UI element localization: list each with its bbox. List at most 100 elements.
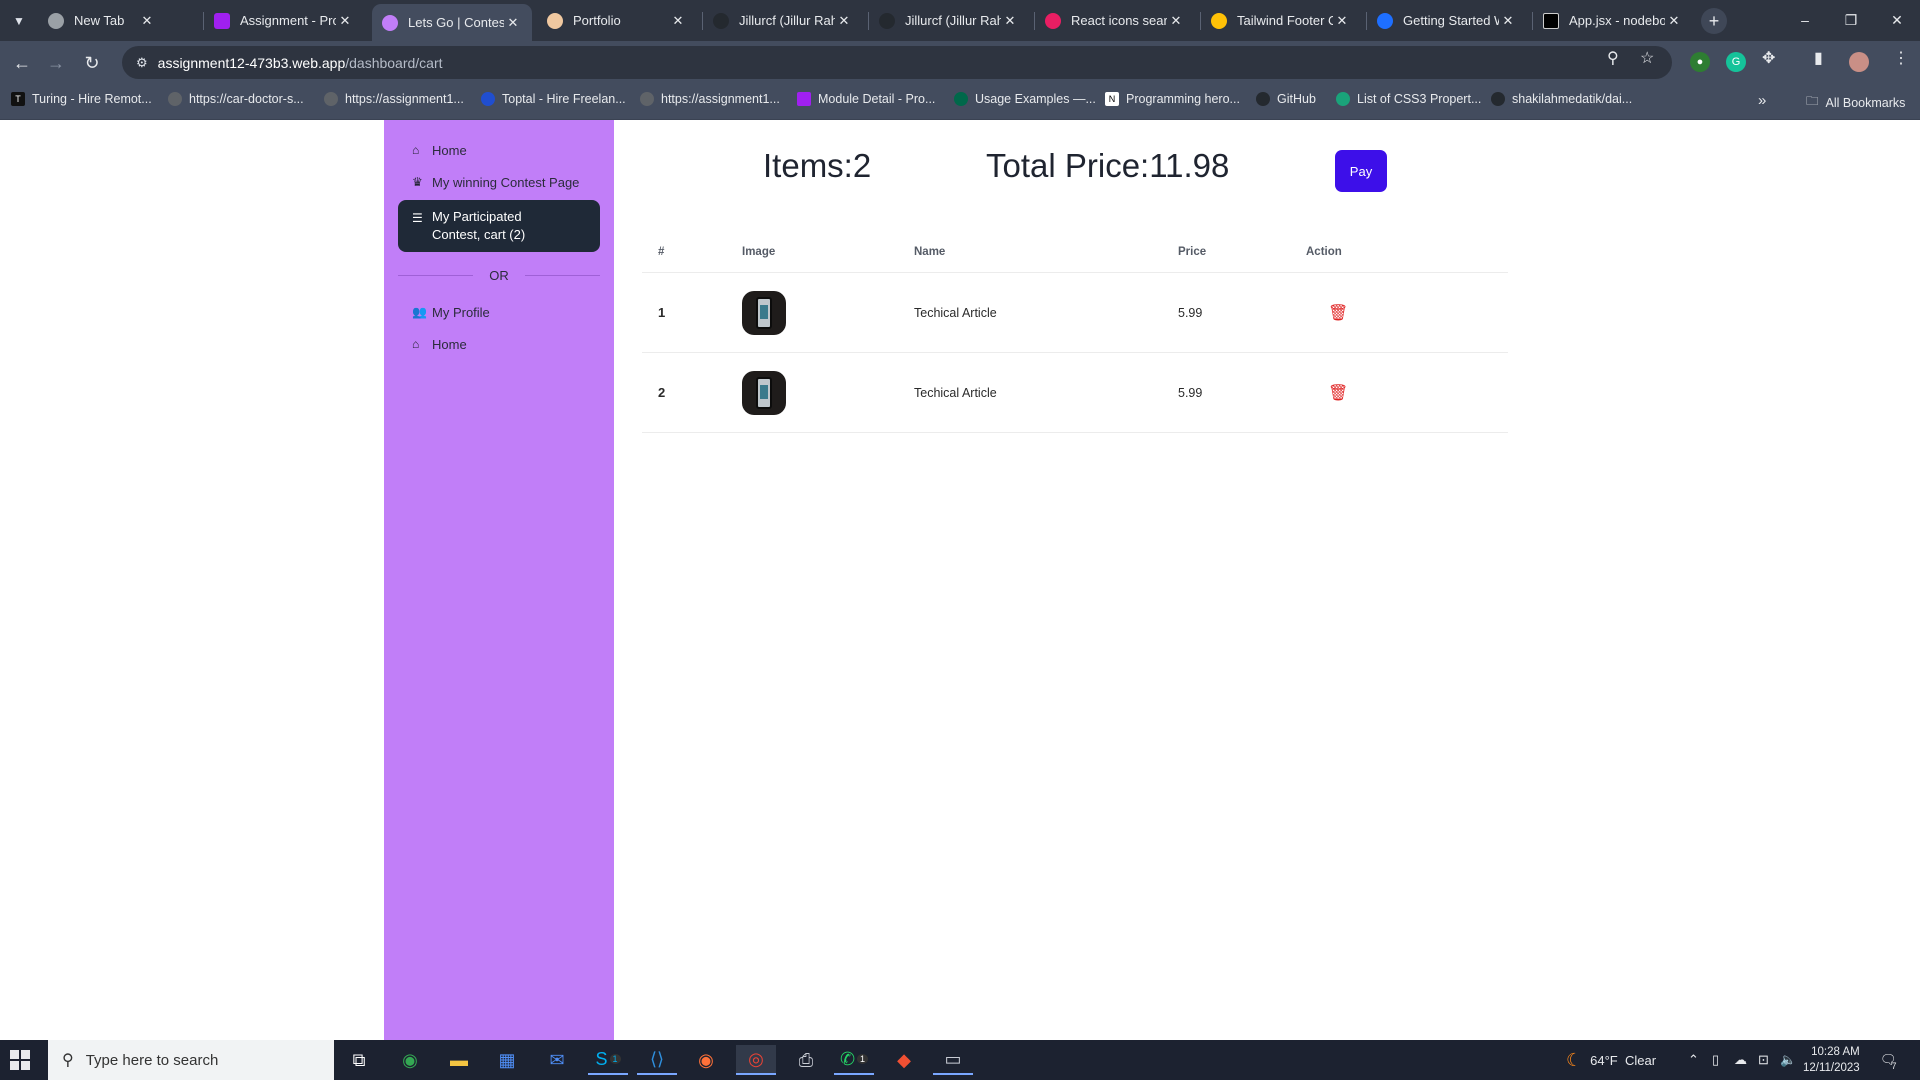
bookmark-item[interactable]: T Turing - Hire Remot... (11, 92, 152, 106)
tab-title: App.jsx - nodebo (1569, 13, 1665, 28)
weather-icon: ☾ (1566, 1049, 1583, 1070)
bookmark-item[interactable]: Usage Examples —... (954, 92, 1096, 106)
column-header-price: Price (1162, 232, 1290, 273)
tab-github-profile-1[interactable]: Jillurcf (Jillur Rahm ✕ (703, 4, 863, 37)
tab-github-profile-2[interactable]: Jillurcf (Jillur Rahm ✕ (869, 4, 1029, 37)
close-icon[interactable]: ✕ (1333, 13, 1351, 29)
tab-portfolio[interactable]: Portfolio ✕ (537, 4, 697, 37)
mail-icon[interactable]: ✉ (537, 1045, 577, 1075)
contest-site-icon (382, 14, 398, 31)
list-icon: ☰ (412, 211, 423, 225)
tab-react-icons[interactable]: React icons search ✕ (1035, 4, 1195, 37)
firefox-icon[interactable]: ◉ (686, 1045, 726, 1075)
close-icon[interactable]: ✕ (669, 13, 687, 29)
tab-title: Portfolio (573, 13, 621, 28)
github-icon (713, 12, 729, 29)
tab-new-tab[interactable]: New Tab ✕ (38, 4, 166, 37)
vscode-icon[interactable]: ⟨⟩ (637, 1045, 677, 1075)
reload-icon[interactable]: ↻ (78, 49, 106, 77)
close-icon[interactable]: ✕ (504, 15, 522, 31)
tab-title: Assignment - Pro (240, 13, 336, 28)
tray-meet-icon[interactable]: ▯ (1712, 1040, 1719, 1080)
sidebar-item-winning-contests[interactable]: ♛ My winning Contest Page (398, 172, 600, 192)
close-icon[interactable]: ✕ (1167, 13, 1185, 29)
profile-avatar[interactable] (1849, 52, 1869, 72)
clock-date: 12/11/2023 (1803, 1062, 1860, 1074)
chevron-down-icon[interactable]: ▼ (6, 8, 32, 34)
tab-lets-go-contest[interactable]: Lets Go | Contest ✕ (372, 4, 532, 41)
trash-icon[interactable]: 🗑 (1328, 303, 1348, 323)
printer-icon[interactable]: ⎙ (786, 1045, 826, 1075)
task-view-icon[interactable]: ⧉ (339, 1045, 379, 1075)
close-icon[interactable]: ✕ (336, 13, 354, 29)
sidebar-item-home[interactable]: ⌂ Home (398, 140, 600, 160)
pay-button[interactable]: Pay (1335, 150, 1387, 192)
bookmarks-overflow-button[interactable]: » (1758, 92, 1766, 109)
skype-icon[interactable]: S1 (588, 1045, 628, 1075)
bookmark-item[interactable]: https://assignment1... (640, 92, 780, 106)
zoom-icon[interactable]: ⚲ (1607, 48, 1619, 68)
weather-widget[interactable]: ☾ 64°F Clear (1566, 1040, 1656, 1080)
taskbar-clock[interactable]: 10:28 AM 12/11/2023 (1803, 1044, 1860, 1076)
site-info-icon[interactable]: ⚙ (136, 55, 148, 71)
tray-network-icon[interactable]: ⊡ (1758, 1040, 1769, 1080)
edge-icon[interactable]: ◉ (390, 1045, 430, 1075)
bookmark-item[interactable]: N Programming hero... (1105, 92, 1240, 106)
grammarly-icon[interactable]: G (1726, 52, 1746, 72)
side-panel-icon[interactable]: ▮ (1814, 48, 1823, 68)
all-bookmarks-button[interactable]: 🗀 All Bookmarks (1806, 92, 1905, 113)
page-content: ⌂ Home ♛ My winning Contest Page ☰ My Pa… (0, 120, 1920, 1040)
column-header-name: Name (898, 232, 1162, 273)
taskbar-search-box[interactable]: ⚲ Type here to search (48, 1040, 334, 1080)
sidebar-item-home-2[interactable]: ⌂ Home (398, 334, 600, 354)
tray-onedrive-icon[interactable]: ☁ (1734, 1040, 1747, 1080)
puzzle-extensions-icon[interactable]: ✥ (1762, 48, 1775, 68)
cart-table: # Image Name Price Action 1 Techical Art… (642, 232, 1508, 433)
bookmark-item[interactable]: Module Detail - Pro... (797, 92, 935, 106)
close-icon[interactable]: ✕ (1665, 13, 1683, 29)
close-icon[interactable]: ✕ (1499, 13, 1517, 29)
close-icon[interactable]: ✕ (1001, 13, 1019, 29)
forward-arrow-icon[interactable]: → (42, 49, 70, 77)
sidebar-item-my-profile[interactable]: 👥 My Profile (398, 302, 600, 322)
bookmark-item[interactable]: shakilahmedatik/dai... (1491, 92, 1632, 106)
bookmark-item[interactable]: GitHub (1256, 92, 1316, 106)
terminal-icon[interactable]: ▭ (933, 1045, 973, 1075)
tray-chevron-up-icon[interactable]: ⌃ (1688, 1040, 1699, 1080)
back-arrow-icon[interactable]: ← (8, 49, 36, 77)
tab-assignment[interactable]: Assignment - Pro ✕ (204, 4, 364, 37)
chrome-icon[interactable]: ◎ (736, 1045, 776, 1075)
bookmark-item[interactable]: List of CSS3 Propert... (1336, 92, 1481, 106)
whatsapp-icon[interactable]: ✆ 1 (834, 1045, 874, 1075)
notification-center-icon[interactable]: 🗨 7 (1880, 1040, 1897, 1080)
bookmark-item[interactable]: https://car-doctor-s... (168, 92, 304, 106)
close-window-button[interactable]: ✕ (1882, 6, 1912, 34)
kebab-menu-icon[interactable]: ⋮ (1893, 48, 1909, 68)
restore-button[interactable]: ❐ (1836, 6, 1866, 34)
new-tab-button[interactable]: + (1701, 8, 1727, 34)
tab-tailwind-footer[interactable]: Tailwind Footer Co ✕ (1201, 4, 1361, 37)
file-explorer-icon[interactable]: ▬ (439, 1045, 479, 1075)
store-icon[interactable]: ▦ (487, 1045, 527, 1075)
column-header-image: Image (726, 232, 898, 273)
bookmark-item[interactable]: https://assignment1... (324, 92, 464, 106)
globe-icon (168, 92, 182, 106)
windows-start-icon[interactable] (10, 1050, 30, 1070)
bookmark-star-icon[interactable]: ☆ (1640, 48, 1654, 68)
close-icon[interactable]: ✕ (138, 13, 156, 29)
bookmark-item[interactable]: Toptal - Hire Freelan... (481, 92, 626, 106)
tray-volume-icon[interactable]: 🔈 (1780, 1040, 1796, 1080)
sidebar-item-participated-contests[interactable]: ☰ My Participated Contest, cart (2) (398, 200, 600, 252)
address-bar[interactable]: ⚙ assignment12-473b3.web.app /dashboard/… (122, 46, 1672, 79)
trash-icon[interactable]: 🗑 (1328, 383, 1348, 403)
tab-app-jsx[interactable]: App.jsx - nodebo ✕ (1533, 4, 1693, 37)
column-header-action: Action (1290, 232, 1508, 273)
minimize-button[interactable]: – (1790, 6, 1820, 34)
table-row: 1 Techical Article 5.99 🗑 (642, 272, 1508, 353)
extension-icon[interactable]: ● (1690, 52, 1710, 72)
portfolio-icon (547, 12, 563, 29)
bookmark-label: Programming hero... (1126, 92, 1240, 106)
git-icon[interactable]: ◆ (884, 1045, 924, 1075)
close-icon[interactable]: ✕ (835, 13, 853, 29)
tab-getting-started[interactable]: Getting Started W ✕ (1367, 4, 1527, 37)
